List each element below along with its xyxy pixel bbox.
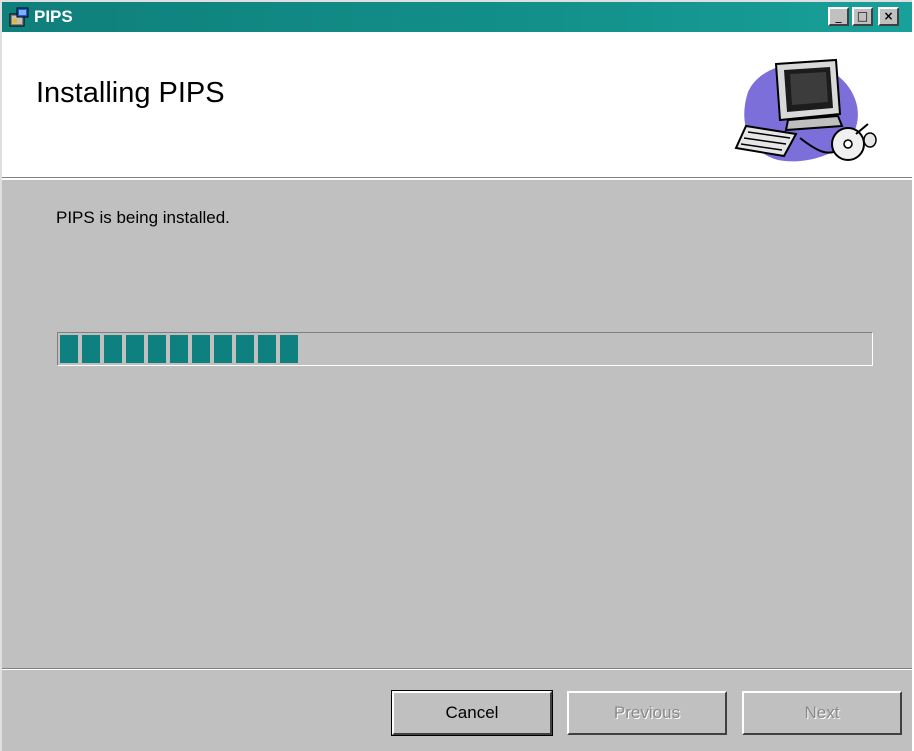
header-banner: Installing PIPS — [2, 32, 912, 180]
progress-block — [280, 335, 298, 363]
progress-block — [148, 335, 166, 363]
divider-highlight — [2, 669, 912, 670]
progress-block — [214, 335, 232, 363]
cancel-button[interactable]: Cancel — [391, 690, 553, 736]
progress-block — [192, 335, 210, 363]
installer-window: PIPS _ □ × Installing PIPS PIPS is being… — [0, 0, 912, 751]
progress-fill — [60, 335, 319, 363]
window-title: PIPS — [34, 7, 73, 26]
title-bar[interactable]: PIPS _ □ × — [2, 2, 912, 32]
progress-block — [82, 335, 100, 363]
installer-icon — [9, 7, 29, 27]
page-title: Installing PIPS — [36, 77, 225, 109]
previous-button[interactable]: Previous — [567, 691, 727, 735]
close-icon[interactable]: × — [878, 7, 899, 26]
status-text: PIPS is being installed. — [56, 208, 230, 227]
progress-block — [104, 335, 122, 363]
computer-clipart — [734, 58, 877, 162]
progress-block — [126, 335, 144, 363]
maximize-icon[interactable]: □ — [852, 7, 873, 26]
next-button[interactable]: Next — [742, 691, 902, 735]
progress-block — [60, 335, 78, 363]
progress-block — [170, 335, 188, 363]
progress-block — [236, 335, 254, 363]
minimize-icon[interactable]: _ — [828, 7, 849, 26]
progress-bar — [57, 332, 873, 366]
progress-block — [258, 335, 276, 363]
